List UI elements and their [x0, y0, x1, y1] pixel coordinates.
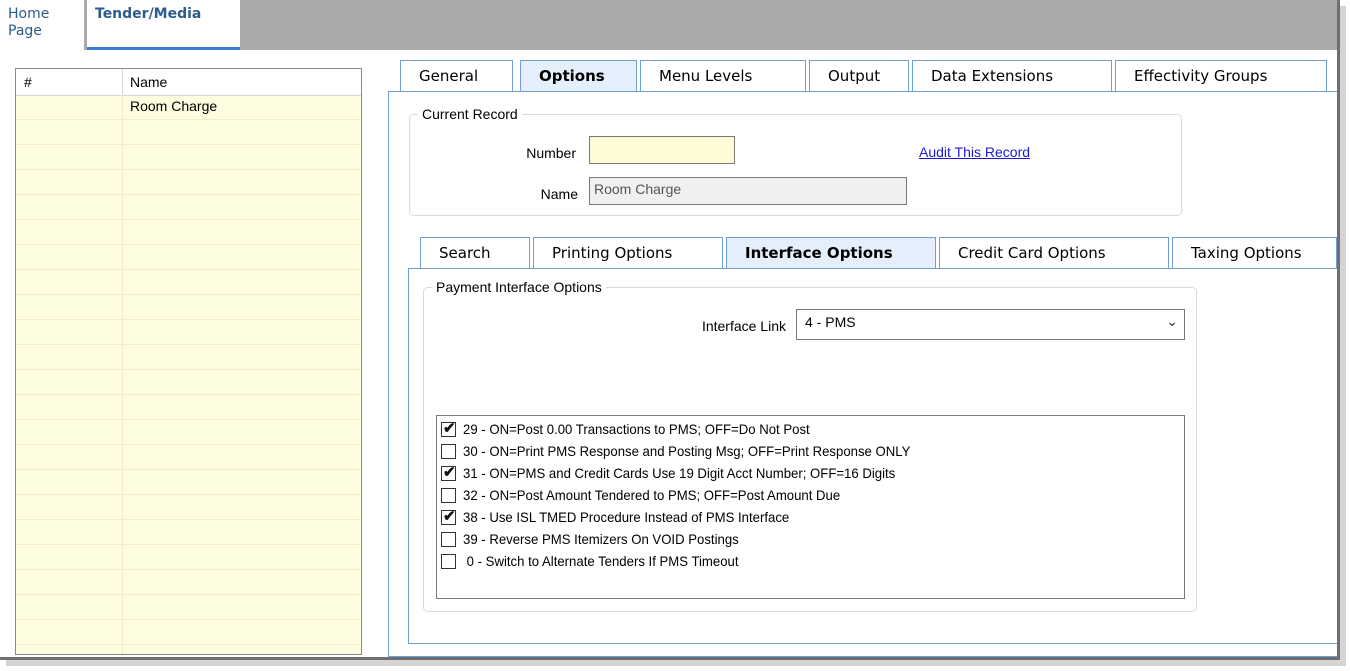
name-field[interactable]: Room Charge [589, 177, 907, 205]
interface-link-select[interactable]: 4 - PMS ⌄ [796, 309, 1185, 340]
tab-menu-levels-label: Menu Levels [659, 67, 753, 85]
tab-data-extensions-label: Data Extensions [931, 67, 1054, 85]
tab-menu-levels[interactable]: Menu Levels [640, 60, 806, 92]
list-row-empty [16, 345, 361, 370]
checkmark-icon: ✔ [443, 464, 456, 481]
list-row-empty [16, 370, 361, 395]
option-31-row[interactable]: ✔ 31 - ON=PMS and Credit Cards Use 19 Di… [441, 464, 1176, 487]
list-row-empty [16, 645, 361, 654]
list-row-empty [16, 595, 361, 620]
list-row-empty [16, 245, 361, 270]
list-row-empty [16, 170, 361, 195]
sub-tab-bar: Search Printing Options Interface Option… [408, 237, 1337, 269]
tab-effectivity-groups[interactable]: Effectivity Groups [1115, 60, 1327, 92]
name-label: Name [540, 186, 578, 202]
list-row-empty [16, 270, 361, 295]
column-header-name[interactable]: Name [130, 74, 167, 90]
tab-output[interactable]: Output [809, 60, 909, 92]
list-row-empty [16, 195, 361, 220]
interface-link-label: Interface Link [701, 318, 786, 334]
list-row-empty [16, 620, 361, 645]
tab-printing-options[interactable]: Printing Options [533, 237, 723, 269]
tab-printing-options-label: Printing Options [552, 244, 673, 262]
list-row-empty [16, 395, 361, 420]
list-row-empty [16, 545, 361, 570]
tab-interface-options[interactable]: Interface Options [726, 237, 936, 269]
tab-output-label: Output [828, 67, 881, 85]
tab-home-page-label: Home Page [8, 6, 50, 39]
window-shadow-bottom [6, 660, 1346, 666]
option-29-checkbox[interactable]: ✔ [441, 420, 456, 437]
chevron-down-icon: ⌄ [1166, 313, 1178, 329]
option-39-label: 39 - Reverse PMS Itemizers On VOID Posti… [463, 531, 739, 547]
tab-search-label: Search [439, 244, 491, 262]
option-0-row[interactable]: 0 - Switch to Alternate Tenders If PMS T… [441, 552, 1176, 575]
option-29-label: 29 - ON=Post 0.00 Transactions to PMS; O… [463, 421, 810, 437]
list-row-empty [16, 470, 361, 495]
main-tab-bar: General Options Menu Levels Output Data … [388, 60, 1334, 92]
tab-tender-media[interactable]: Tender/Media [87, 0, 240, 50]
number-input[interactable] [589, 136, 735, 164]
window-shadow-right [1340, 6, 1346, 666]
option-29-row[interactable]: ✔ 29 - ON=Post 0.00 Transactions to PMS;… [441, 420, 1176, 443]
option-0-label: 0 - Switch to Alternate Tenders If PMS T… [463, 553, 739, 569]
option-39-row[interactable]: 39 - Reverse PMS Itemizers On VOID Posti… [441, 530, 1176, 553]
list-row-empty [16, 295, 361, 320]
interface-options-checklist[interactable]: ✔ 29 - ON=Post 0.00 Transactions to PMS;… [436, 415, 1185, 599]
list-row-empty [16, 220, 361, 245]
tab-options[interactable]: Options [520, 60, 637, 92]
option-30-label: 30 - ON=Print PMS Response and Posting M… [463, 443, 911, 459]
record-list[interactable]: # Name Room Charge [15, 68, 362, 655]
option-32-checkbox[interactable] [441, 488, 456, 503]
tab-credit-card-options-label: Credit Card Options [958, 244, 1106, 262]
tab-taxing-options-label: Taxing Options [1191, 244, 1302, 262]
list-row-empty [16, 120, 361, 145]
app-tab-strip: Home Page Tender/Media [0, 0, 1337, 50]
option-38-label: 38 - Use ISL TMED Procedure Instead of P… [463, 509, 790, 525]
option-38-checkbox[interactable]: ✔ [441, 508, 456, 525]
column-separator [122, 69, 123, 95]
tab-taxing-options[interactable]: Taxing Options [1172, 237, 1337, 269]
tab-interface-options-label: Interface Options [745, 244, 893, 262]
option-30-checkbox[interactable] [441, 444, 456, 459]
tab-data-extensions[interactable]: Data Extensions [912, 60, 1112, 92]
payment-interface-title: Payment Interface Options [432, 279, 606, 295]
interface-link-value: 4 - PMS [805, 314, 856, 330]
tab-tender-media-label: Tender/Media [95, 6, 202, 22]
tab-options-label: Options [539, 67, 605, 85]
list-row-empty [16, 145, 361, 170]
number-label: Number [526, 145, 576, 161]
list-row-empty [16, 495, 361, 520]
tab-general[interactable]: General [400, 60, 513, 92]
option-30-row[interactable]: 30 - ON=Print PMS Response and Posting M… [441, 442, 1176, 465]
option-0-checkbox[interactable] [441, 554, 456, 569]
column-header-number[interactable]: # [24, 74, 32, 90]
list-cell-name: Room Charge [130, 98, 218, 114]
option-32-row[interactable]: 32 - ON=Post Amount Tendered to PMS; OFF… [441, 486, 1176, 509]
list-row-empty [16, 320, 361, 345]
tab-home-page[interactable]: Home Page [0, 0, 84, 50]
list-row-empty [16, 445, 361, 470]
list-header: # Name [16, 69, 361, 96]
option-38-row[interactable]: ✔ 38 - Use ISL TMED Procedure Instead of… [441, 508, 1176, 531]
checkmark-icon: ✔ [443, 420, 456, 437]
tab-effectivity-groups-label: Effectivity Groups [1134, 67, 1268, 85]
option-31-checkbox[interactable]: ✔ [441, 464, 456, 481]
tab-general-label: General [419, 67, 479, 85]
checkmark-icon: ✔ [443, 508, 456, 525]
tab-credit-card-options[interactable]: Credit Card Options [939, 237, 1169, 269]
list-row-empty [16, 520, 361, 545]
tab-search[interactable]: Search [420, 237, 530, 269]
option-32-label: 32 - ON=Post Amount Tendered to PMS; OFF… [463, 487, 841, 503]
list-row-empty [16, 570, 361, 595]
option-31-label: 31 - ON=PMS and Credit Cards Use 19 Digi… [463, 465, 896, 481]
current-record-title: Current Record [418, 106, 522, 122]
list-row[interactable]: Room Charge [16, 95, 361, 120]
audit-record-link[interactable]: Audit This Record [919, 144, 1030, 160]
list-row-empty [16, 420, 361, 445]
option-39-checkbox[interactable] [441, 532, 456, 547]
